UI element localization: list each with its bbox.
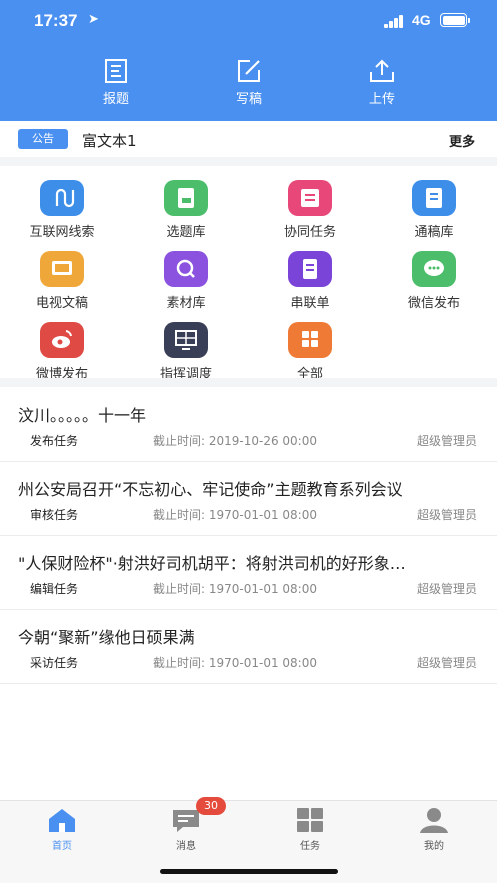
wire-library-icon (412, 180, 456, 216)
grid-item-label: 微信发布 (407, 296, 460, 311)
task-title: 州公安局召开“不忘初心、牢记使命”主题教育系列会议 (18, 480, 403, 499)
grid-item-label: 串联单 (290, 296, 330, 311)
task-deadline: 截止时间: 2019-10-26 00:00 (153, 434, 317, 448)
task-deadline: 截止时间: 1970-01-01 08:00 (153, 656, 317, 670)
grid-item-label: 电视文稿 (35, 296, 88, 311)
grid-item-weibo[interactable]: 微博发布 (0, 322, 124, 382)
write-draft-label: 写稿 (235, 92, 262, 107)
task-item[interactable]: 汶川。。。。。十一年 发布任务 截止时间: 2019-10-26 00:00 超… (0, 389, 497, 462)
notice-bar[interactable]: 公告 富文本1 更多 (0, 121, 497, 157)
grid-item-topic-library[interactable]: 选题库 (124, 180, 248, 240)
command-dispatch-icon (164, 322, 208, 358)
task-owner: 超级管理员 (416, 582, 477, 596)
battery-icon (440, 13, 470, 27)
grid-item-wire-library[interactable]: 通稿库 (372, 180, 496, 240)
task-item[interactable]: 州公安局召开“不忘初心、牢记使命”主题教育系列会议 审核任务 截止时间: 197… (0, 463, 497, 536)
grid-item-label: 互联网线索 (29, 225, 95, 240)
rundown-icon (288, 251, 332, 287)
task-type: 采访任务 (30, 656, 79, 670)
task-title: 今朝“聚新”缘他日硕果满 (18, 628, 195, 647)
write-draft-icon (238, 60, 260, 82)
report-topic-icon (105, 59, 127, 83)
tab-tasks[interactable]: 任务 (270, 807, 350, 852)
location-arrow-icon: ➤ (88, 12, 99, 27)
task-item[interactable]: 今朝“聚新”缘他日硕果满 采访任务 截止时间: 1970-01-01 08:00… (0, 611, 497, 684)
grid-item-wechat[interactable]: 微信发布 (372, 251, 496, 311)
wechat-icon (412, 251, 456, 287)
home-indicator[interactable] (160, 869, 338, 874)
upload-button[interactable]: 上传 (342, 58, 422, 107)
internet-clue-icon (40, 180, 84, 216)
weibo-icon (40, 322, 84, 358)
grid-item-rundown[interactable]: 串联单 (248, 251, 372, 311)
home-icon (49, 809, 75, 832)
grid-item-internet-clue[interactable]: 互联网线索 (0, 180, 124, 240)
tab-home[interactable]: 首页 (22, 807, 102, 852)
grid-item-collab-task[interactable]: 协同任务 (248, 180, 372, 240)
status-time: 17:37 (34, 11, 78, 30)
report-topic-button[interactable]: 报题 (76, 58, 156, 107)
app-header: 17:37 ➤ 4G 报题 写稿 上传 (0, 0, 497, 121)
task-owner: 超级管理员 (416, 508, 477, 522)
tv-script-icon (40, 251, 84, 287)
tab-label: 首页 (52, 841, 72, 852)
grid-item-label: 通稿库 (414, 225, 454, 240)
task-deadline: 截止时间: 1970-01-01 08:00 (153, 582, 317, 596)
signal-icon (384, 14, 406, 28)
report-topic-label: 报题 (102, 92, 129, 107)
write-draft-button[interactable]: 写稿 (209, 58, 289, 107)
tab-label: 消息 (176, 841, 196, 852)
function-grid: 互联网线索 选题库 协同任务 通稿库 电视文稿 素材库 串联单 微信发布 微博发… (0, 166, 497, 382)
upload-label: 上传 (368, 92, 395, 107)
task-deadline: 截止时间: 1970-01-01 08:00 (153, 508, 317, 522)
grid-item-command-dispatch[interactable]: 指挥调度 (124, 322, 248, 382)
grid-item-label: 选题库 (166, 225, 206, 240)
notice-text[interactable]: 富文本1 (82, 130, 137, 151)
task-title: 汶川。。。。。十一年 (18, 406, 147, 425)
task-item[interactable]: "人保财险杯"·射洪好司机胡平：将射洪司机的好形象… 编辑任务 截止时间: 19… (0, 537, 497, 610)
message-count-badge: 30 (196, 797, 226, 815)
task-type: 发布任务 (30, 434, 79, 448)
topic-library-icon (164, 180, 208, 216)
tab-label: 任务 (300, 841, 320, 852)
task-type: 审核任务 (30, 508, 79, 522)
task-title: "人保财险杯"·射洪好司机胡平：将射洪司机的好形象… (18, 554, 406, 573)
grid-item-all-apps[interactable]: 全部 (248, 322, 372, 382)
grid-item-label: 素材库 (166, 296, 206, 311)
task-owner: 超级管理员 (416, 656, 477, 670)
upload-icon (370, 59, 394, 82)
section-divider (0, 157, 497, 166)
profile-icon (420, 808, 448, 833)
notice-tag: 公告 (18, 129, 68, 149)
task-grid-icon (297, 808, 323, 832)
task-type: 编辑任务 (30, 582, 79, 596)
grid-item-label: 协同任务 (283, 225, 336, 240)
all-apps-icon (288, 322, 332, 358)
grid-item-tv-script[interactable]: 电视文稿 (0, 251, 124, 311)
tab-profile[interactable]: 我的 (394, 807, 474, 852)
status-bar: 17:37 ➤ 4G (0, 0, 497, 44)
material-library-icon (164, 251, 208, 287)
network-type: 4G (412, 12, 431, 28)
notice-more-link[interactable]: 更多 (449, 131, 475, 150)
section-divider (0, 378, 497, 387)
task-owner: 超级管理员 (416, 434, 477, 448)
collab-task-icon (288, 180, 332, 216)
grid-item-material-library[interactable]: 素材库 (124, 251, 248, 311)
tab-label: 我的 (424, 841, 444, 852)
